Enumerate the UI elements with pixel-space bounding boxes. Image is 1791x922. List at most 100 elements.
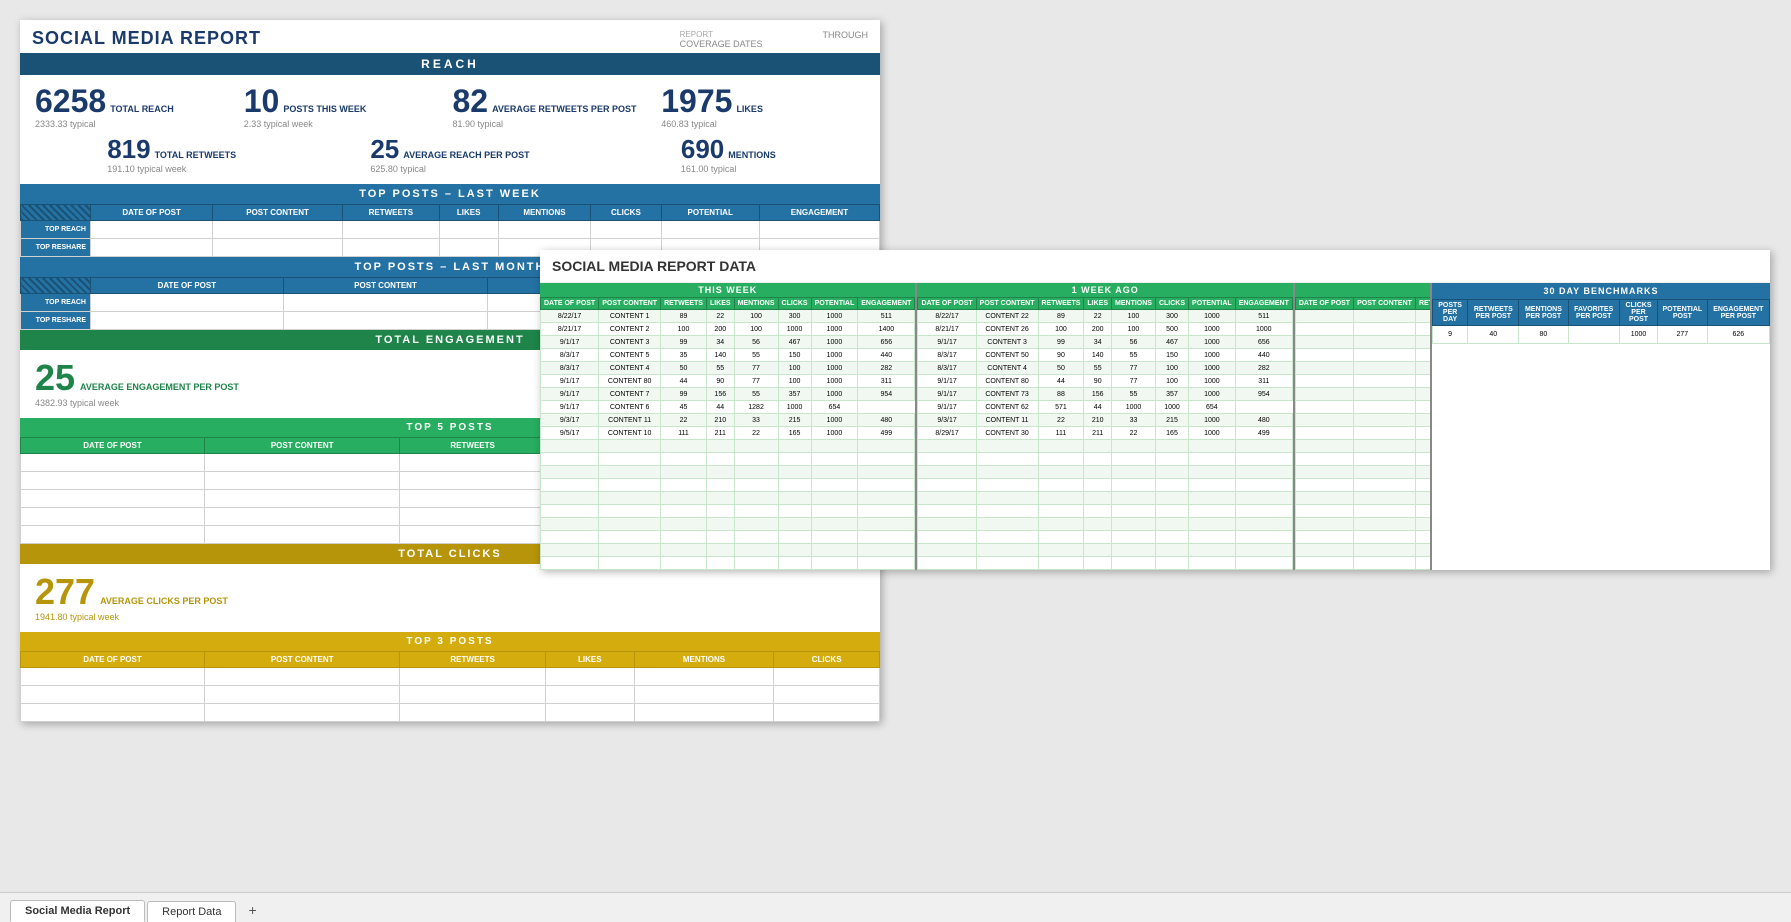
table-row: 8/22/17CONTENT 2289221003001000511 (918, 310, 1292, 323)
data-sheet-title: SOCIAL MEDIA REPORT DATA (540, 250, 1770, 283)
reach-section-header: REACH (20, 53, 880, 75)
table-row: 9/1/17CONTENT 39934564671000656 (541, 336, 915, 349)
tab-social-media-report[interactable]: Social Media Report (10, 900, 145, 922)
top-posts-week-header: TOP POSTS – LAST WEEK (20, 184, 880, 204)
table-row (541, 492, 915, 505)
table-row (1295, 401, 1430, 414)
this-week-table: DATE OF POST POST CONTENT RETWEETS LIKES… (540, 297, 915, 570)
table-row (1295, 453, 1430, 466)
table-row (918, 492, 1292, 505)
table-row (918, 466, 1292, 479)
top3-table: DATE OF POST POST CONTENT RETWEETS LIKES… (20, 651, 880, 722)
table-row (541, 479, 915, 492)
table-row (918, 544, 1292, 557)
table-row (1295, 505, 1430, 518)
table-row (918, 531, 1292, 544)
table-row (1295, 375, 1430, 388)
table-row: 8/21/17CONTENT 2100200100100010001400 (541, 323, 915, 336)
table-row (918, 479, 1292, 492)
table-row (1295, 336, 1430, 349)
table-row: 9/1/17CONTENT 799156553571000954 (541, 388, 915, 401)
two-weeks-ago-block: 2 WEEKS AGO DATE OF POST POST CONTENT RE… (1295, 283, 1430, 570)
table-row (1295, 518, 1430, 531)
mentions-item: 690 MENTIONS 161.00 typical (681, 136, 776, 174)
table-row (21, 668, 880, 686)
table-row (1295, 479, 1430, 492)
likes-item: 1975 LIKES 460.83 typical (661, 85, 865, 129)
table-row (1295, 492, 1430, 505)
benchmarks-table: POSTS PER DAY RETWEETS PER POST MENTIONS… (1432, 299, 1770, 344)
table-row (541, 531, 915, 544)
report-title: SOCIAL MEDIA REPORT (32, 28, 261, 49)
table-row (21, 686, 880, 704)
table-row: 9/1/17CONTENT 39934564671000656 (918, 336, 1292, 349)
table-row (1295, 440, 1430, 453)
posts-week-item: 10 POSTS THIS WEEK 2.33 typical week (244, 85, 448, 129)
table-row (1295, 414, 1430, 427)
benchmarks-header: 30 DAY BENCHMARKS (1432, 283, 1770, 299)
table-row (21, 704, 880, 722)
data-sheet-body: THIS WEEK DATE OF POST POST CONTENT RETW… (540, 283, 1770, 570)
table-row: 9/1/17CONTENT 804490771001000311 (541, 375, 915, 388)
total-reach-item: 6258 TOTAL REACH 2333.33 typical (35, 85, 239, 129)
table-row: 9/1/17CONTENT 7388156553571000954 (918, 388, 1292, 401)
reach-grid: 6258 TOTAL REACH 2333.33 typical 10 POST… (20, 75, 880, 134)
table-row (1295, 362, 1430, 375)
table-row: 9/3/17CONTENT 1122210332151000480 (918, 414, 1292, 427)
table-row: 8/22/17CONTENT 189221003001000511 (541, 310, 915, 323)
table-row: 8/3/17CONTENT 535140551501000440 (541, 349, 915, 362)
table-row (1295, 388, 1430, 401)
table-row: 8/21/17CONTENT 2610020010050010001000 (918, 323, 1292, 336)
avg-reach-item: 25 AVERAGE REACH PER POST 625.80 typical (370, 136, 529, 174)
tab-bar: Social Media Report Report Data + (0, 892, 1791, 922)
table-row (541, 557, 915, 570)
this-week-header: THIS WEEK (540, 283, 915, 297)
table-row: 9/5/17CONTENT 10111211221651000499 (541, 427, 915, 440)
table-row: 8/29/17CONTENT 30111211221651000499 (918, 427, 1292, 440)
table-row (1295, 427, 1430, 440)
table-row (1295, 531, 1430, 544)
table-row (541, 466, 915, 479)
report-header: SOCIAL MEDIA REPORT REPORT COVERAGE DATE… (20, 20, 880, 53)
table-row (1295, 544, 1430, 557)
table-row (1295, 557, 1430, 570)
table-row (918, 440, 1292, 453)
one-week-ago-table: DATE OF POST POST CONTENT RETWEETS LIKES… (917, 297, 1292, 570)
table-row: 8/3/17CONTENT 5090140551501000440 (918, 349, 1292, 362)
two-weeks-ago-header: 2 WEEKS AGO (1295, 283, 1430, 297)
table-row: 9/1/17CONTENT 6454412821000654 (541, 401, 915, 414)
table-row (1295, 466, 1430, 479)
top3-header: TOP 3 POSTS (20, 632, 880, 651)
table-row (541, 453, 915, 466)
table-row (918, 518, 1292, 531)
benchmarks-panel: 30 DAY BENCHMARKS POSTS PER DAY RETWEETS… (1430, 283, 1770, 570)
data-sheet: SOCIAL MEDIA REPORT DATA THIS WEEK DATE … (540, 250, 1770, 570)
benchmark-row: 9 40 80 1000 277 626 (1433, 326, 1770, 344)
table-row (541, 505, 915, 518)
two-weeks-ago-table: DATE OF POST POST CONTENT RETWEETS LIKES… (1295, 297, 1430, 570)
data-table-area: THIS WEEK DATE OF POST POST CONTENT RETW… (540, 283, 1430, 570)
table-row (541, 518, 915, 531)
add-tab-button[interactable]: + (238, 898, 266, 922)
table-row: 8/3/17CONTENT 45055771001000282 (918, 362, 1292, 375)
clicks-content: 277 AVERAGE CLICKS PER POST 1941.80 typi… (20, 564, 880, 632)
tab-report-data[interactable]: Report Data (147, 901, 236, 922)
table-row (541, 544, 915, 557)
table-row (918, 557, 1292, 570)
table-row: 9/1/17CONTENT 625714410001000654 (918, 401, 1292, 414)
table-row (1295, 349, 1430, 362)
reach-grid-bottom: 819 TOTAL RETWEETS 191.10 typical week 2… (20, 134, 880, 184)
table-row: TOP REACH (21, 221, 880, 239)
this-week-block: THIS WEEK DATE OF POST POST CONTENT RETW… (540, 283, 917, 570)
one-week-ago-block: 1 WEEK AGO DATE OF POST POST CONTENT RET… (917, 283, 1294, 570)
total-retweets-item: 819 TOTAL RETWEETS 191.10 typical week (107, 136, 236, 174)
table-row (1295, 310, 1430, 323)
weeks-container: THIS WEEK DATE OF POST POST CONTENT RETW… (540, 283, 1430, 570)
avg-retweets-item: 82 AVERAGE RETWEETS PER POST 81.90 typic… (453, 85, 657, 129)
table-row (918, 505, 1292, 518)
one-week-ago-header: 1 WEEK AGO (917, 283, 1292, 297)
table-row (541, 440, 915, 453)
report-meta: REPORT COVERAGE DATES THROUGH (680, 30, 868, 49)
table-row (918, 453, 1292, 466)
table-row: 9/1/17CONTENT 804490771001000311 (918, 375, 1292, 388)
